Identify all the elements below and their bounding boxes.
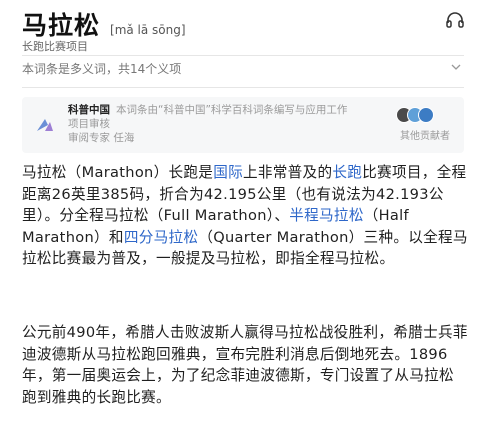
page-title: 马拉松 (22, 11, 101, 40)
pinyin-label: [mǎ lā sōng] (110, 23, 186, 37)
inline-link[interactable]: 半程马拉松 (289, 207, 363, 224)
divider (22, 87, 464, 88)
entry-subtitle: 长跑比赛项目 (22, 40, 88, 53)
polysemy-label: 本词条是多义词，共14个义项 (22, 62, 182, 76)
baike-entry-page: 马拉松 [mǎ lā sōng] 长跑比赛项目 本词条是多义词，共14个义项 科… (0, 0, 490, 424)
article-paragraph-1: 马拉松（Marathon）长跑是国际上非常普及的长跑比赛项目，全程距离26英里3… (22, 162, 468, 270)
polysemy-selector[interactable]: 本词条是多义词，共14个义项 (22, 60, 464, 80)
inline-link[interactable]: 四分马拉松 (124, 229, 198, 246)
headphones-icon[interactable] (446, 12, 464, 28)
other-contributors-link[interactable]: 其他贡献者 (400, 127, 450, 142)
paragraph-text: 马拉松（Marathon）长跑是 (22, 164, 214, 181)
source-card[interactable]: 科普中国 本词条由“科普中国”科学百科词条编写与应用工作项目审核 审阅专家 任海 … (22, 97, 464, 153)
paragraph-text: 上非常普及的 (242, 164, 333, 181)
source-org: 科普中国 (68, 104, 110, 116)
contributor-avatars[interactable] (396, 107, 436, 123)
source-description: 科普中国 本词条由“科普中国”科学百科词条编写与应用工作项目审核 审阅专家 任海 (68, 103, 350, 145)
avatar (418, 107, 434, 123)
chevron-down-icon (451, 64, 461, 70)
divider (22, 55, 464, 56)
title-row: 马拉松 [mǎ lā sōng] (22, 6, 186, 40)
reviewer-text: 审阅专家 任海 (68, 132, 135, 144)
inline-link[interactable]: 长跑 (332, 164, 362, 181)
article-paragraph-2: 公元前490年，希腊人击败波斯人赢得马拉松战役胜利，希腊士兵菲迪波德斯从马拉松跑… (22, 324, 468, 406)
kepu-logo-icon (37, 119, 53, 131)
inline-link[interactable]: 国际 (213, 164, 243, 181)
